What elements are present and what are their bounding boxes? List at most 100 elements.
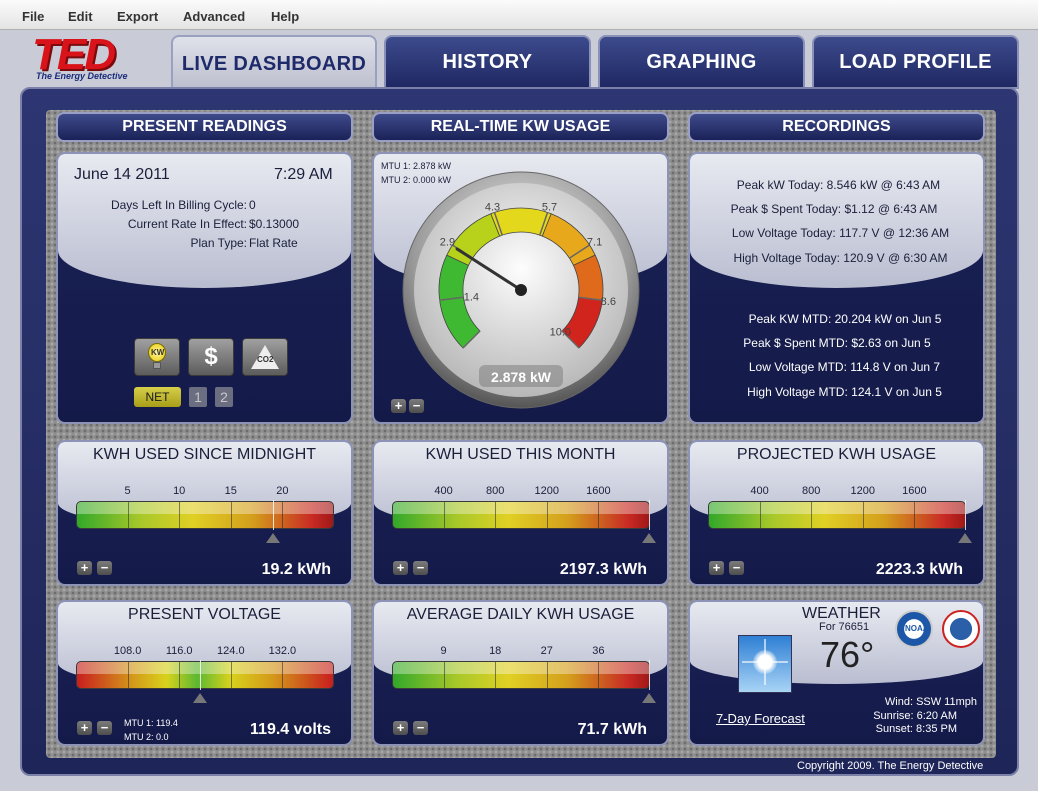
meter-tick-label: 124.0	[217, 645, 245, 657]
meter-panel: PROJECTED KWH USAGE 400 800 1200 1600 + − 2223…	[688, 440, 985, 586]
meter-marker	[641, 533, 656, 543]
meter-zoom-out-button[interactable]: −	[97, 721, 112, 735]
kw-gauge: 1.4 2.9 4.3 5.7 7.1 8.6 10.0 2.878 kW	[402, 171, 640, 409]
meter-tick-line	[495, 502, 497, 528]
billing-days-value: 0	[249, 198, 256, 212]
nws-logo-icon	[942, 610, 980, 648]
weather-panel: WEATHER For 76651 76° NOAA 7-Day Forecas…	[688, 600, 985, 746]
meter-title: PROJECTED KWH USAGE	[736, 446, 937, 463]
present-readings-header: PRESENT READINGS	[56, 112, 353, 142]
dollar-icon: $	[204, 343, 218, 370]
needle-hub	[515, 284, 527, 296]
meter-zoom-out-button[interactable]: −	[413, 721, 428, 735]
meter-zoom-in-button[interactable]: +	[77, 561, 92, 575]
menu-help[interactable]: Help	[271, 9, 299, 24]
meter-title: PRESENT VOLTAGE	[128, 606, 281, 623]
rate-label: Current Rate In Effect:	[127, 217, 247, 231]
lightbulb-icon: KW	[145, 343, 169, 371]
tab-load-profile[interactable]: LOAD PROFILE	[812, 35, 1019, 89]
gauge-tick-label: 8.6	[601, 296, 616, 308]
high-voltage-today: High Voltage Today: 120.9 V @ 6:30 AM	[733, 251, 948, 265]
present-readings-panel: June 14 2011 7:29 AM Days Left In Billin…	[56, 152, 353, 424]
meter-zoom-in-button[interactable]: +	[77, 721, 92, 735]
meter-panel: KWH USED SINCE MIDNIGHT 5 10 15 20 + − 19.2 kW…	[56, 440, 353, 586]
meter-tick-label: 5	[124, 485, 131, 497]
meter-tick-label: 1600	[586, 485, 611, 497]
gauge-zoom-out-button[interactable]: −	[409, 399, 424, 413]
meter-title: KWH USED SINCE MIDNIGHT	[92, 446, 317, 463]
weather-sunrise: Sunrise: 6:20 AM	[873, 710, 957, 722]
meter-tick-line	[598, 502, 600, 528]
dollar-mode-button[interactable]: $	[188, 338, 234, 376]
ted-logo: TED The Energy Detective	[30, 30, 138, 84]
meter-tick-line	[759, 502, 761, 528]
meter-zoom-out-button[interactable]: −	[729, 561, 744, 575]
meter-zoom-out-button[interactable]: −	[413, 561, 428, 575]
tab-history[interactable]: HISTORY	[384, 35, 591, 89]
peak-dollar-mtd: Peak $ Spent MTD: $2.63 on Jun 5	[743, 336, 931, 350]
meter-tick-line	[811, 502, 813, 528]
gauge-tick-label: 5.7	[542, 202, 557, 214]
meter-tick-label: 1600	[902, 485, 927, 497]
plan-value: Flat Rate	[249, 236, 298, 250]
meter-tick-line	[495, 662, 497, 688]
peak-kw-today: Peak kW Today: 8.546 kW @ 6:43 AM	[736, 178, 941, 192]
realtime-header: REAL-TIME KW USAGE	[372, 112, 669, 142]
meter-tick-label: 400	[434, 485, 453, 497]
meter-tick-line	[230, 662, 232, 688]
logo-subtitle: The Energy Detective	[36, 71, 128, 81]
meter-zoom-in-button[interactable]: +	[393, 721, 408, 735]
menu-export[interactable]: Export	[117, 9, 158, 24]
meter-tick-label: 10	[173, 485, 186, 497]
meter-title: KWH USED THIS MONTH	[425, 446, 616, 463]
meter-panel: KWH USED THIS MONTH 400 800 1200 1600 + − 2197…	[372, 440, 669, 586]
meter-value: 2197.3 kWh	[559, 561, 647, 578]
meter-tick-line	[443, 662, 445, 688]
gauge-readout: 2.878 kW	[491, 369, 552, 385]
plan-label: Plan Type:	[190, 236, 247, 250]
recordings-header: RECORDINGS	[688, 112, 985, 142]
co2-mode-button[interactable]: CO2	[242, 338, 288, 376]
meter-tick-label: 800	[802, 485, 821, 497]
menu-edit[interactable]: Edit	[68, 9, 93, 24]
current-time: 7:29 AM	[274, 166, 333, 183]
menu-file[interactable]: File	[22, 9, 44, 24]
kw-mode-button[interactable]: KW	[134, 338, 180, 376]
gauge-tick-label: 7.1	[587, 237, 602, 249]
mtu-2-button[interactable]: 2	[215, 387, 233, 407]
gauge-zoom-in-button[interactable]: +	[391, 399, 406, 413]
gauge-tick-label: 1.4	[464, 291, 479, 303]
meter-indicator-line	[273, 500, 275, 530]
forecast-link[interactable]: 7-Day Forecast	[716, 711, 805, 726]
copyright: Copyright 2009. The Energy Detective	[797, 760, 984, 772]
meter-indicator-line	[648, 660, 650, 690]
meter-tick-label: 108.0	[113, 645, 142, 657]
meter-marker	[192, 693, 207, 703]
low-voltage-mtd: Low Voltage MTD: 114.8 V on Jun 7	[748, 360, 941, 374]
meter-tick-line	[282, 662, 284, 688]
net-button[interactable]: NET	[134, 387, 181, 407]
tab-live-dashboard[interactable]: LIVE DASHBOARD	[171, 35, 377, 92]
tab-graphing[interactable]: GRAPHING	[598, 35, 805, 89]
meter-bar	[392, 661, 650, 689]
low-voltage-today: Low Voltage Today: 117.7 V @ 12:36 AM	[731, 226, 950, 240]
voltage-mtu1: MTU 1: 119.4	[124, 718, 178, 728]
meter-zoom-out-button[interactable]: −	[97, 561, 112, 575]
mtu-1-button[interactable]: 1	[189, 387, 207, 407]
kw-label: KW	[151, 348, 165, 357]
meter-value: 119.4 volts	[250, 721, 331, 738]
meter-bar	[76, 661, 334, 689]
menu-advanced[interactable]: Advanced	[183, 9, 245, 24]
meter-indicator-line	[199, 660, 201, 690]
billing-days-label: Days Left In Billing Cycle:	[110, 198, 247, 212]
meter-tick-line	[546, 662, 548, 688]
meter-tick-label: 132.0	[268, 645, 297, 657]
meter-zoom-in-button[interactable]: +	[709, 561, 724, 575]
weather-wind: Wind: SSW 11mph	[884, 696, 977, 708]
meter-zoom-in-button[interactable]: +	[393, 561, 408, 575]
voltage-mtu2: MTU 2: 0.0	[124, 732, 169, 742]
meter-indicator-line	[964, 500, 966, 530]
meter-tick-line	[127, 662, 129, 688]
noaa-logo-icon: NOAA	[895, 610, 933, 648]
meter-value: 71.7 kWh	[577, 721, 647, 738]
